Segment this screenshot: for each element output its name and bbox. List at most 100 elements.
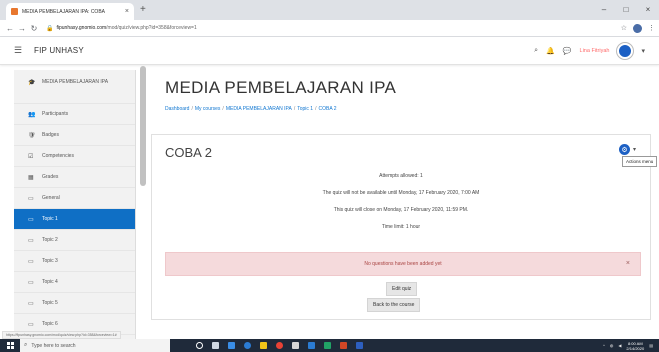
grades-icon: ▦ <box>28 174 34 181</box>
browser-tab-strip: MEDIA PEMBELAJARAN IPA: COBA × + – □ × <box>0 0 659 20</box>
explorer-icon[interactable] <box>260 342 267 349</box>
chevron-down-icon[interactable]: ▾ <box>641 47 645 55</box>
gear-icon[interactable]: ⚙ <box>619 144 630 155</box>
drawer-item-label: MEDIA PEMBELAJARAN IPA <box>42 79 109 85</box>
drawer-scrollbar[interactable] <box>140 66 146 186</box>
address-bar: ← → ↻ 🔒 fipunhasy.gnomio.com /mod/quiz/v… <box>0 20 659 37</box>
quiz-open-note: The quiz will not be available until Mon… <box>322 190 480 196</box>
search-icon[interactable]: ⌕ <box>534 47 538 55</box>
new-tab-button[interactable]: + <box>140 4 146 16</box>
url-field[interactable]: 🔒 fipunhasy.gnomio.com /mod/quiz/view.ph… <box>46 22 613 34</box>
mortarboard-icon: 🎓 <box>28 80 36 86</box>
time-limit: Time limit: 1 hour <box>381 224 421 230</box>
taskbar-apps <box>196 342 363 349</box>
clock-time: 8:00 AM <box>627 340 643 346</box>
drawer-item-label: General <box>42 195 60 201</box>
drawer-item-label: Topic 4 <box>42 279 58 285</box>
hamburger-icon[interactable]: ☰ <box>14 45 24 56</box>
drawer-item-label: Competencies <box>42 153 74 159</box>
drawer-item[interactable]: ▭ General <box>14 188 135 209</box>
folder-icon: ▭ <box>28 195 34 202</box>
system-tray: ^ ◍ ◀ 8:00 AM 2/14/2020 ▤ <box>603 341 659 351</box>
tray-chevron-icon[interactable]: ^ <box>603 343 605 348</box>
drawer-item-label: Topic 6 <box>42 321 58 327</box>
start-button[interactable] <box>0 339 20 352</box>
drawer-item[interactable]: ▦ Grades <box>14 167 135 188</box>
no-questions-alert: No questions have been added yet × <box>165 252 641 276</box>
drawer-item[interactable]: 🎓 MEDIA PEMBELAJARAN IPA <box>14 70 135 104</box>
forward-arrow-icon[interactable]: → <box>16 24 28 33</box>
volume-icon[interactable]: ◀ <box>618 343 621 348</box>
status-url: https://fipunhasy.gnomio.com/mod/quiz/vi… <box>2 331 121 339</box>
breadcrumb-separator: / <box>315 106 317 112</box>
edit-quiz-button[interactable]: Edit quiz <box>386 282 418 296</box>
taskbar-search-placeholder: Type here to search <box>31 342 76 349</box>
task-view-icon[interactable] <box>212 342 219 349</box>
user-name[interactable]: Lina Fitriyah <box>580 48 610 54</box>
star-icon[interactable]: ☆ <box>621 24 627 32</box>
folder-icon: ▭ <box>28 300 34 307</box>
taskbar-search[interactable]: ⌕ Type here to search <box>20 339 170 352</box>
excel-icon[interactable] <box>324 342 331 349</box>
browser-tab[interactable]: MEDIA PEMBELAJARAN IPA: COBA × <box>6 3 134 20</box>
moodle-favicon-icon <box>11 8 18 15</box>
users-icon: 👥 <box>28 111 36 118</box>
notifications-icon[interactable]: ▤ <box>649 343 653 348</box>
cortana-icon[interactable] <box>196 342 203 349</box>
drawer-item[interactable]: ☑ Competencies <box>14 146 135 167</box>
site-name[interactable]: FIP UNHASY <box>34 46 84 55</box>
drawer-item-label: Topic 5 <box>42 300 58 306</box>
url-host: fipunhasy.gnomio.com <box>56 25 107 31</box>
tab-close-icon[interactable]: × <box>125 8 129 15</box>
drawer-item-label: Grades <box>42 174 59 180</box>
drawer-item[interactable]: 👥 Participants <box>14 104 135 125</box>
minimize-button[interactable]: – <box>593 0 615 20</box>
drawer-item[interactable]: ▭ Topic 4 <box>14 272 135 293</box>
actions-tooltip: Actions menu <box>622 156 658 167</box>
quiz-close-note: This quiz will close on Monday, 17 Febru… <box>333 207 469 213</box>
drawer-item[interactable]: ▭ Topic 2 <box>14 230 135 251</box>
actions-caret-icon[interactable]: ▾ <box>633 146 636 153</box>
notification-bell-icon[interactable]: 🔔 <box>546 47 555 55</box>
store-icon[interactable] <box>292 342 299 349</box>
drawer-item-label: Topic 1 <box>42 216 58 222</box>
breadcrumb-item[interactable]: MEDIA PEMBELAJARAN IPA <box>226 106 292 112</box>
avatar[interactable] <box>617 42 634 59</box>
desktop-app-icon[interactable] <box>228 342 235 349</box>
drawer-item[interactable]: ▭ Topic 1 <box>14 209 135 230</box>
back-to-course-button[interactable]: Back to the course <box>367 298 421 312</box>
badge-icon: 🛡 <box>28 132 36 139</box>
profile-icon[interactable] <box>633 23 642 33</box>
word-icon[interactable] <box>308 342 315 349</box>
chrome-icon[interactable] <box>276 342 283 349</box>
drawer-item[interactable]: 🛡 Badges <box>14 125 135 146</box>
app-icon[interactable] <box>356 342 363 349</box>
attempts-allowed: Attempts allowed: 1 <box>379 173 423 179</box>
breadcrumb-item[interactable]: Topic 1 <box>297 106 313 112</box>
powerpoint-icon[interactable] <box>340 342 347 349</box>
breadcrumb-separator: / <box>222 106 224 112</box>
maximize-button[interactable]: □ <box>615 0 637 20</box>
reload-icon[interactable]: ↻ <box>28 24 40 33</box>
browser-right-icons: ☆ ⋮ <box>621 23 655 33</box>
breadcrumb-item[interactable]: My courses <box>195 106 221 112</box>
folder-icon: ▭ <box>28 237 34 244</box>
breadcrumb-item[interactable]: COBA 2 <box>318 106 336 112</box>
lock-icon: 🔒 <box>46 25 54 32</box>
menu-dots-icon[interactable]: ⋮ <box>648 24 655 32</box>
messages-icon[interactable]: 💬 <box>563 47 572 55</box>
close-window-button[interactable]: × <box>637 0 659 20</box>
back-arrow-icon[interactable]: ← <box>4 24 16 33</box>
breadcrumb-item[interactable]: Dashboard <box>165 106 189 112</box>
tab-title: MEDIA PEMBELAJARAN IPA: COBA <box>22 8 105 15</box>
drawer-item[interactable]: ▭ Topic 5 <box>14 293 135 314</box>
url-path: /mod/quiz/view.php?id=358&forceview=1 <box>106 25 197 31</box>
drawer-item-label: Badges <box>42 132 59 138</box>
search-icon: ⌕ <box>24 342 28 348</box>
edge-icon[interactable] <box>244 342 251 349</box>
network-icon[interactable]: ◍ <box>610 343 614 348</box>
alert-close-icon[interactable]: × <box>626 260 630 267</box>
drawer-item[interactable]: ▭ Topic 3 <box>14 251 135 272</box>
clock[interactable]: 8:00 AM 2/14/2020 <box>626 341 644 351</box>
nav-drawer: 🎓 MEDIA PEMBELAJARAN IPA 👥 Participants 🛡 Bad… <box>14 70 136 340</box>
